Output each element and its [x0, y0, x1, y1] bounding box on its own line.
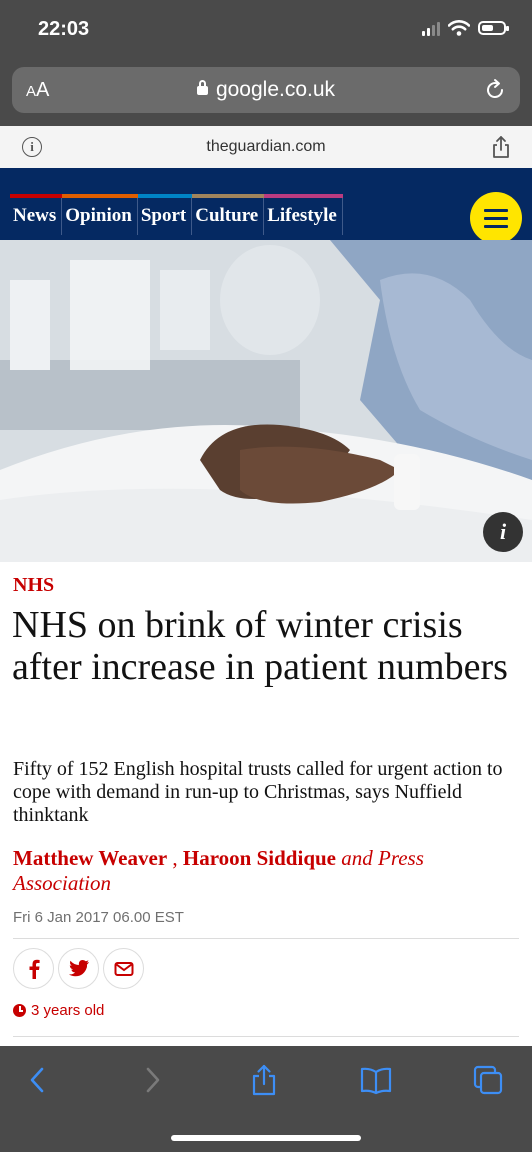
twitter-icon: [68, 960, 89, 977]
email-icon: [114, 961, 133, 976]
guardian-header: News Opinion Sport Culture Lifestyle: [0, 168, 532, 240]
nav-color-bar: [10, 194, 63, 198]
menu-button[interactable]: [470, 192, 522, 244]
site-info-bar: i theguardian.com: [0, 126, 532, 169]
reload-icon[interactable]: [482, 77, 508, 103]
home-indicator[interactable]: [171, 1135, 361, 1141]
article-headline: NHS on brink of winter crisis after incr…: [12, 604, 508, 688]
nav-sport[interactable]: Sport: [137, 194, 193, 235]
tabs-icon[interactable]: [472, 1064, 504, 1096]
publish-date: Fri 6 Jan 2017 06.00 EST: [13, 909, 184, 926]
share-email-button[interactable]: [103, 948, 144, 989]
divider: [13, 1036, 519, 1037]
facebook-icon: [29, 959, 40, 979]
cellular-signal-icon: [422, 20, 440, 36]
hospital-patient-image: [0, 240, 532, 562]
nav-news[interactable]: News: [10, 194, 63, 235]
hamburger-menu-icon: [484, 217, 508, 220]
browser-top-chrome: 22:03 AA google.co.uk: [0, 0, 532, 126]
status-time: 22:03: [38, 18, 90, 40]
share-facebook-button[interactable]: [13, 948, 54, 989]
byline-separator: ,: [167, 846, 183, 870]
nav-label: Sport: [140, 205, 187, 226]
article-standfirst: Fifty of 152 English hospital trusts cal…: [13, 758, 503, 826]
bookmarks-icon[interactable]: [360, 1064, 392, 1096]
nav-label: Culture: [195, 205, 259, 226]
clock-icon: [13, 1004, 26, 1017]
divider: [13, 938, 519, 939]
site-domain: theguardian.com: [206, 138, 326, 155]
share-icon[interactable]: [490, 135, 512, 159]
wifi-icon: [448, 20, 470, 36]
author-link[interactable]: Matthew Weaver: [13, 846, 167, 870]
url-text: google.co.uk: [215, 78, 336, 101]
nav-lifestyle[interactable]: Lifestyle: [264, 194, 343, 235]
nav-color-bar: [62, 194, 138, 198]
battery-level: [482, 25, 493, 31]
share-buttons: [13, 948, 144, 989]
lock-icon: [196, 80, 208, 95]
article-age: 3 years old: [13, 1002, 104, 1019]
forward-icon[interactable]: [136, 1064, 168, 1096]
author-link[interactable]: Haroon Siddique: [183, 846, 336, 870]
hamburger-menu-icon: [484, 209, 508, 212]
nav-color-bar: [264, 194, 343, 198]
byline: Matthew Weaver , Haroon Siddique and Pre…: [13, 846, 518, 896]
nav-label: News: [13, 205, 57, 226]
section-kicker[interactable]: NHS: [13, 574, 54, 597]
share-icon[interactable]: [248, 1064, 280, 1096]
nav-color-bar: [137, 194, 193, 198]
hamburger-menu-icon: [484, 225, 508, 228]
url-display[interactable]: google.co.uk: [12, 78, 520, 102]
back-icon[interactable]: [22, 1064, 54, 1096]
nav-opinion[interactable]: Opinion: [62, 194, 138, 235]
battery-icon: [478, 21, 509, 35]
address-bar[interactable]: AA google.co.uk: [12, 67, 520, 113]
hero-image: [0, 240, 532, 562]
nav-color-bar: [192, 194, 265, 198]
status-icons: [422, 20, 509, 36]
nav-label: Lifestyle: [267, 205, 337, 226]
share-twitter-button[interactable]: [58, 948, 99, 989]
nav-label: Opinion: [65, 205, 132, 226]
section-nav: News Opinion Sport Culture Lifestyle: [10, 194, 343, 235]
nav-culture[interactable]: Culture: [192, 194, 265, 235]
image-info-button[interactable]: i: [483, 512, 523, 552]
age-label: 3 years old: [31, 1002, 105, 1019]
